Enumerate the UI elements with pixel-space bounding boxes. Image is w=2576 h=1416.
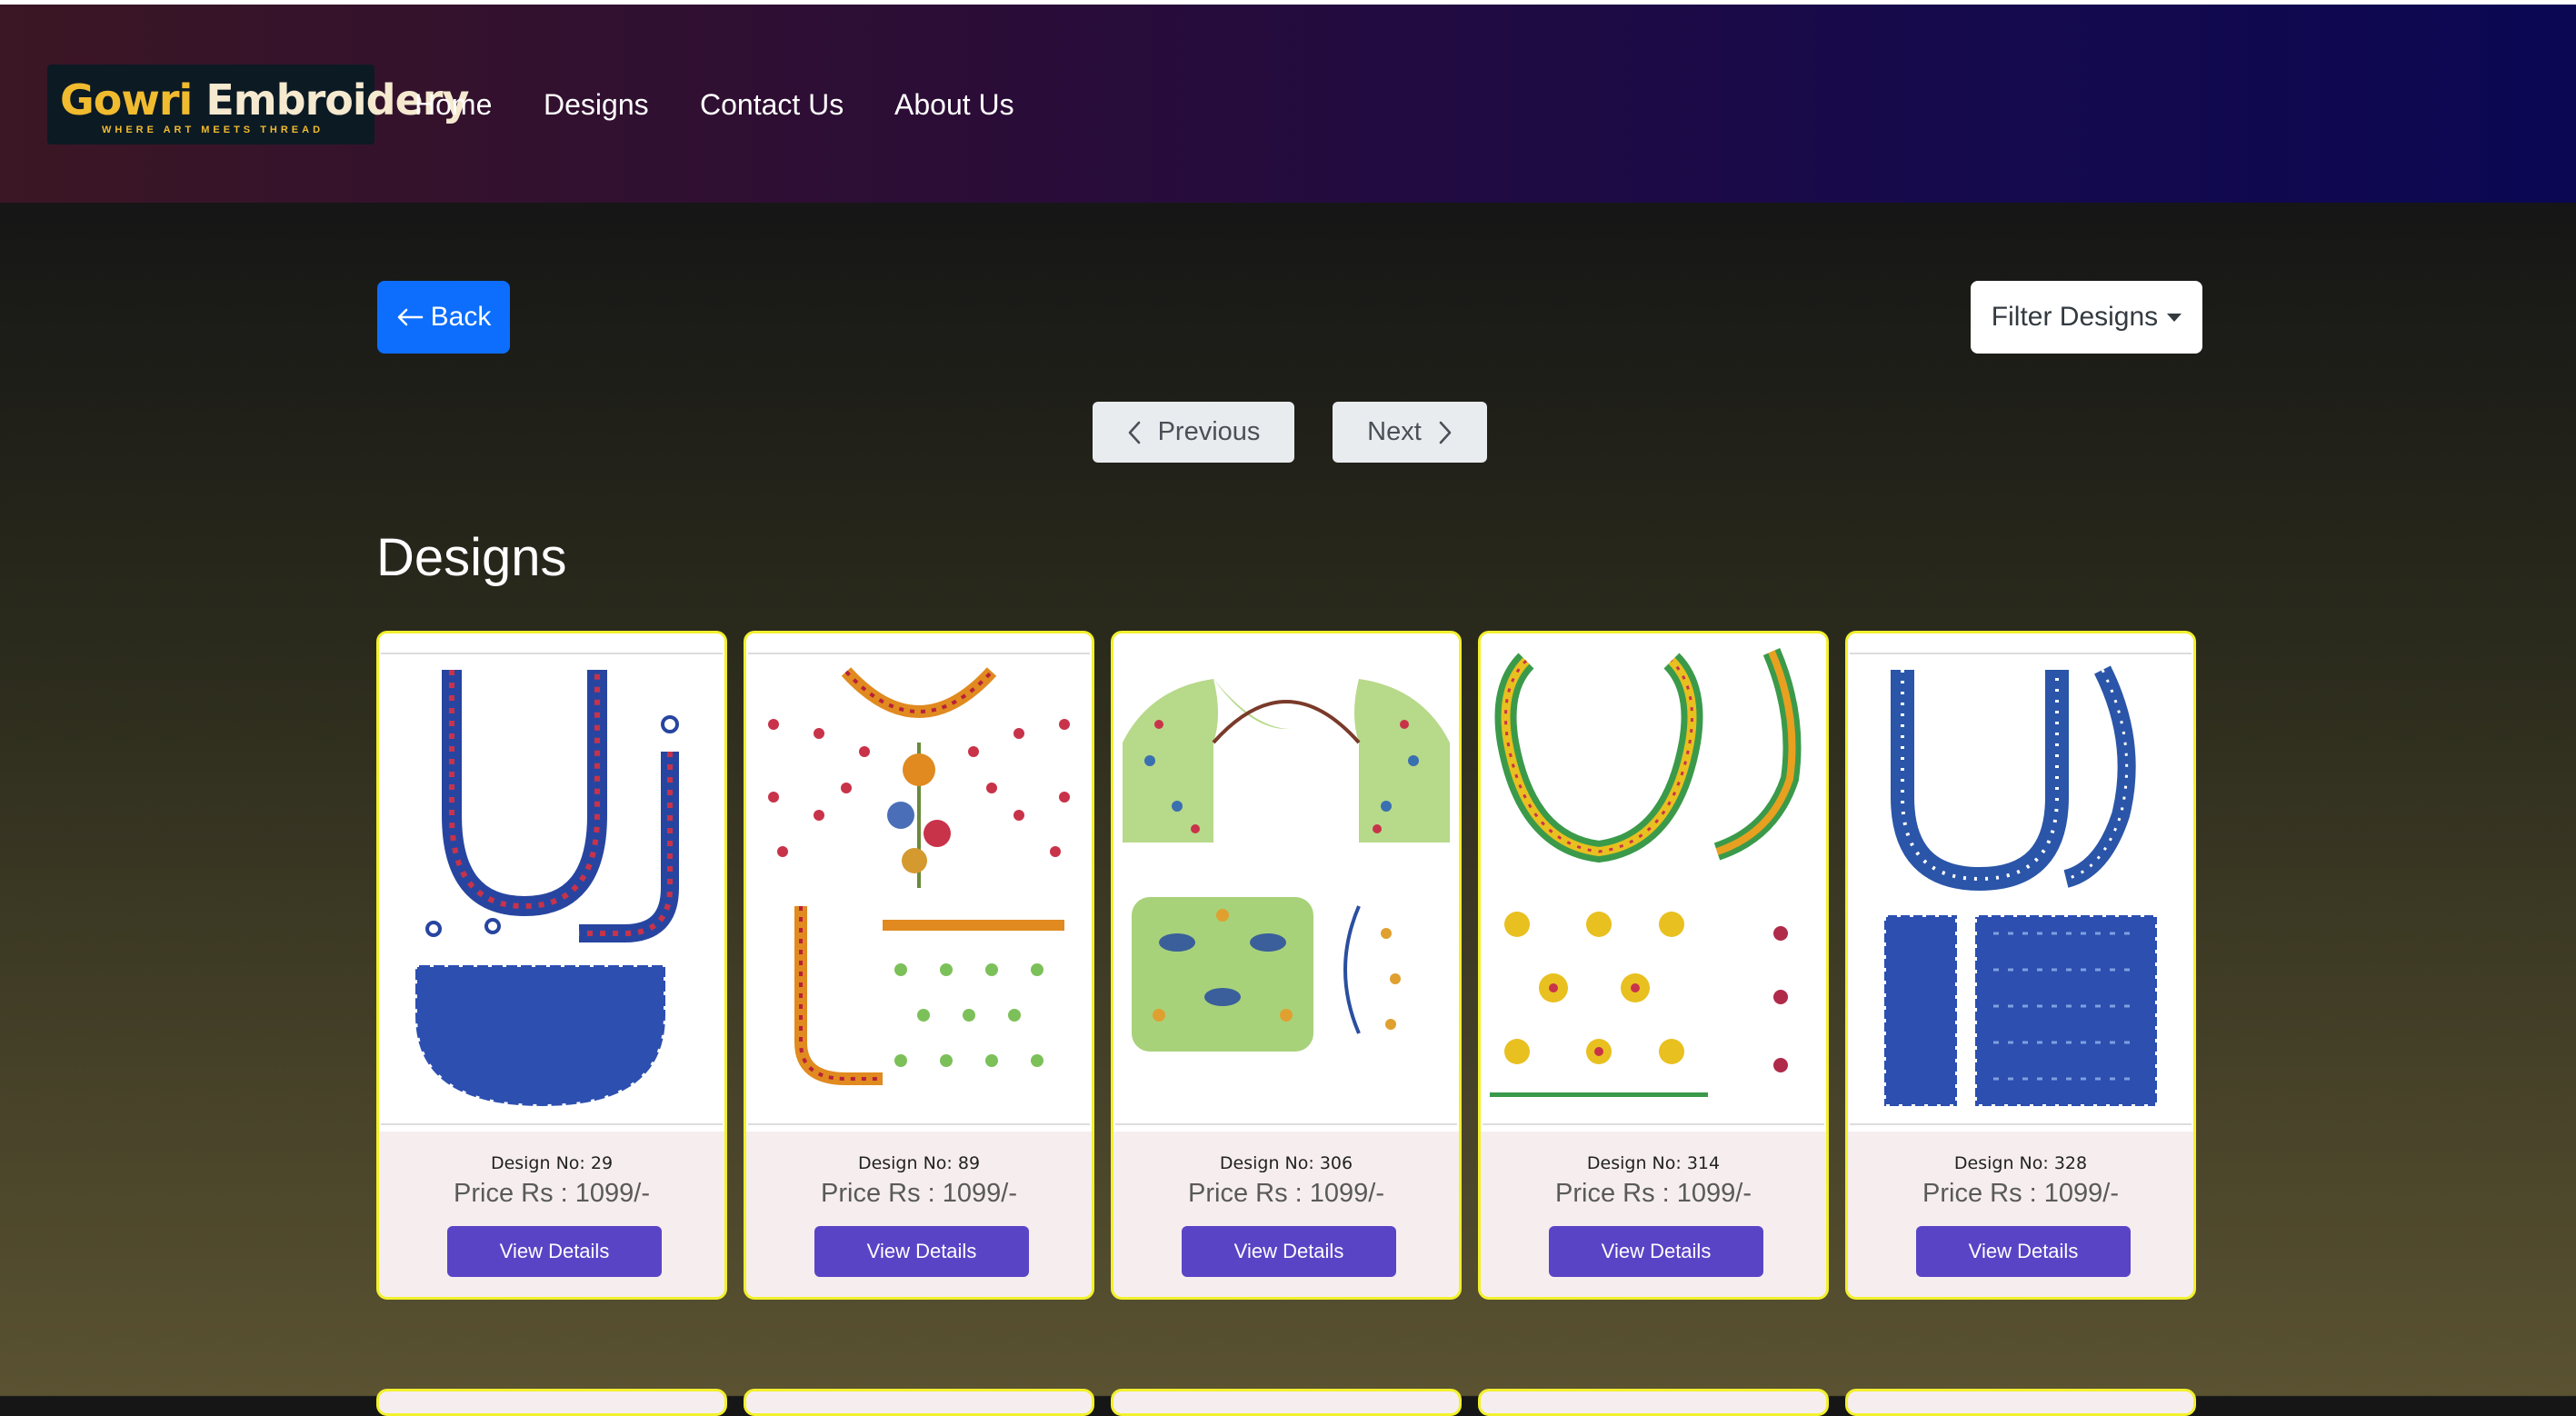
filter-designs-label: Filter Designs bbox=[1991, 302, 2159, 332]
chevron-right-icon bbox=[1439, 421, 1452, 444]
nav-link-about-us[interactable]: About Us bbox=[894, 88, 1014, 122]
design-number: Design No: 328 bbox=[1953, 1153, 2088, 1173]
design-price: Price Rs : 1099/- bbox=[1922, 1179, 2119, 1208]
design-image-89[interactable] bbox=[746, 633, 1092, 1132]
view-details-button[interactable]: View Details bbox=[447, 1226, 662, 1277]
design-number: Design No: 89 bbox=[857, 1153, 981, 1173]
design-card: Design No: 314 Price Rs : 1099/- View De… bbox=[1478, 631, 1829, 1300]
design-image-314[interactable] bbox=[1481, 633, 1826, 1132]
next-label: Next bbox=[1367, 417, 1422, 446]
design-card-next-row bbox=[744, 1389, 1094, 1416]
nav-link-home[interactable]: Home bbox=[414, 88, 492, 122]
design-image-29[interactable] bbox=[379, 633, 724, 1132]
design-price: Price Rs : 1099/- bbox=[454, 1179, 650, 1208]
design-number: Design No: 306 bbox=[1219, 1153, 1353, 1173]
design-image-306[interactable] bbox=[1113, 633, 1459, 1132]
chevron-left-icon bbox=[1128, 421, 1140, 444]
design-number: Design No: 29 bbox=[490, 1153, 614, 1173]
design-image-328[interactable] bbox=[1848, 633, 2193, 1132]
logo-tagline: WHERE ART MEETS THREAD bbox=[102, 125, 324, 135]
design-price: Price Rs : 1099/- bbox=[1188, 1179, 1384, 1208]
design-card: Design No: 89 Price Rs : 1099/- View Det… bbox=[744, 631, 1094, 1300]
design-card: Design No: 29 Price Rs : 1099/- View Det… bbox=[376, 631, 727, 1300]
design-card-next-row bbox=[376, 1389, 727, 1416]
view-details-button[interactable]: View Details bbox=[814, 1226, 1029, 1277]
logo-wordmark: Gowri Embroidery bbox=[60, 75, 469, 125]
previous-page-button[interactable]: Previous bbox=[1093, 402, 1294, 463]
design-card-next-row bbox=[1111, 1389, 1462, 1416]
logo-name-first: Gowri bbox=[60, 75, 193, 125]
nav-link-designs[interactable]: Designs bbox=[544, 88, 649, 122]
back-button[interactable]: Back bbox=[377, 281, 510, 354]
view-details-button[interactable]: View Details bbox=[1916, 1226, 2131, 1277]
view-details-button[interactable]: View Details bbox=[1182, 1226, 1396, 1277]
view-details-button[interactable]: View Details bbox=[1549, 1226, 1763, 1277]
design-card-next-row bbox=[1845, 1389, 2196, 1416]
nav-link-contact-us[interactable]: Contact Us bbox=[700, 88, 844, 122]
caret-down-icon bbox=[2167, 313, 2182, 322]
previous-label: Previous bbox=[1157, 417, 1261, 446]
filter-designs-dropdown[interactable]: Filter Designs bbox=[1971, 281, 2202, 354]
navbar: Gowri Embroidery WHERE ART MEETS THREAD … bbox=[0, 5, 2576, 203]
arrow-left-icon bbox=[397, 308, 423, 326]
design-card-next-row bbox=[1478, 1389, 1829, 1416]
back-button-label: Back bbox=[430, 302, 492, 332]
design-price: Price Rs : 1099/- bbox=[821, 1179, 1017, 1208]
next-page-button[interactable]: Next bbox=[1333, 402, 1487, 463]
design-price: Price Rs : 1099/- bbox=[1555, 1179, 1752, 1208]
design-card: Design No: 306 Price Rs : 1099/- View De… bbox=[1111, 631, 1462, 1300]
design-number: Design No: 314 bbox=[1586, 1153, 1721, 1173]
design-card: Design No: 328 Price Rs : 1099/- View De… bbox=[1845, 631, 2196, 1300]
brand-logo[interactable]: Gowri Embroidery WHERE ART MEETS THREAD bbox=[47, 65, 469, 145]
page-title: Designs bbox=[376, 528, 567, 587]
